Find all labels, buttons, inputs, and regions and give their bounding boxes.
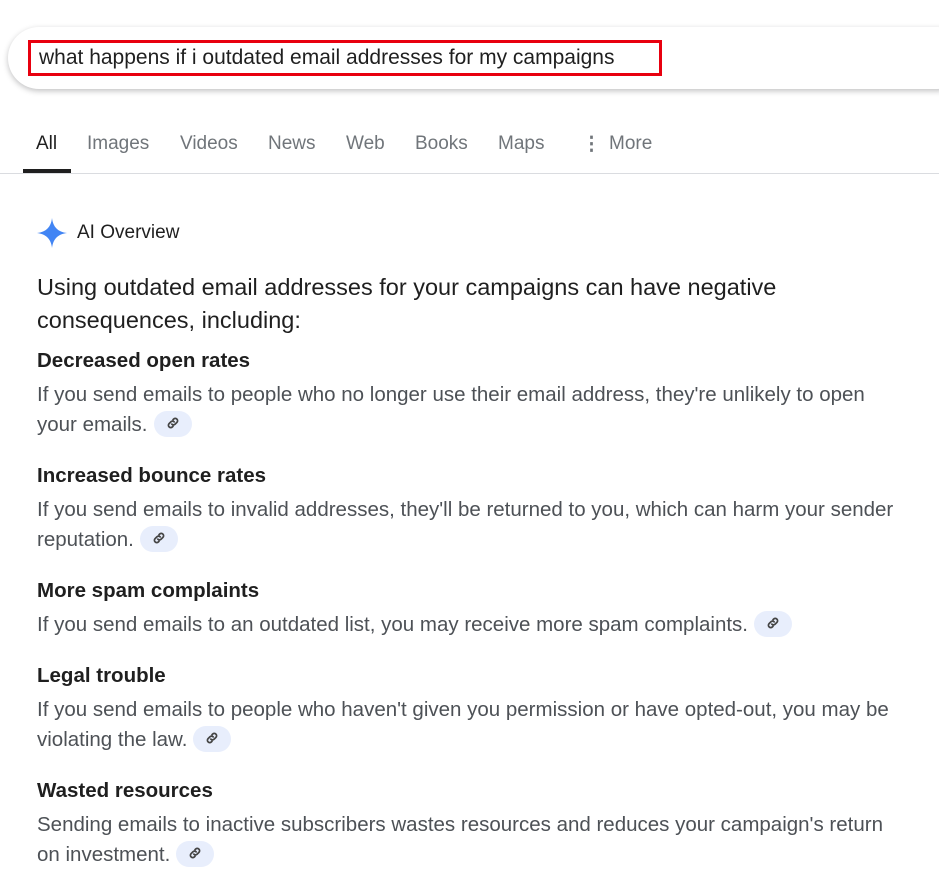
section-text: Sending emails to inactive subscribers w… <box>37 813 883 866</box>
link-icon <box>166 412 180 435</box>
overview-section: Decreased open rates If you send emails t… <box>37 347 917 440</box>
citation-link-button[interactable] <box>139 525 178 552</box>
tab-news[interactable]: News <box>268 133 316 173</box>
citation-link-button[interactable] <box>754 610 793 637</box>
tab-maps[interactable]: Maps <box>498 133 544 173</box>
link-icon <box>152 527 166 550</box>
ai-overview-header: AI Overview <box>37 218 179 248</box>
section-title: Increased bounce rates <box>37 464 267 487</box>
overview-section: More spam complaints If you send emails t… <box>37 577 917 640</box>
search-bar[interactable]: what happens if i outdated email address… <box>8 27 939 89</box>
section-body: If you send emails to an outdated list, … <box>37 610 907 640</box>
ai-overview-content: Using outdated email addresses for your … <box>37 271 917 892</box>
section-text: If you send emails to an outdated list, … <box>37 613 749 636</box>
link-icon <box>766 612 780 635</box>
tab-images[interactable]: Images <box>87 133 149 173</box>
search-input[interactable]: what happens if i outdated email address… <box>28 40 662 76</box>
section-body: If you send emails to invalid addresses,… <box>37 495 907 555</box>
overview-section: Increased bounce rates If you send emails… <box>37 462 917 555</box>
section-body: If you send emails to people who no long… <box>37 380 907 440</box>
tab-more-label: More <box>609 133 653 154</box>
overview-section: Legal trouble If you send emails to peopl… <box>37 662 917 755</box>
section-title: Legal trouble <box>37 664 166 687</box>
tab-books[interactable]: Books <box>415 133 468 173</box>
ai-overview-intro: Using outdated email addresses for your … <box>37 274 777 333</box>
tab-more[interactable]: ⋮ More <box>582 133 652 173</box>
citation-link-button[interactable] <box>176 840 215 867</box>
sparkle-icon <box>37 218 67 248</box>
search-tabs: All Images Videos News Web Books Maps ⋮ … <box>0 125 939 174</box>
tab-videos[interactable]: Videos <box>180 133 238 173</box>
section-body: If you send emails to people who haven't… <box>37 695 907 755</box>
link-icon <box>188 842 202 865</box>
overview-section: Wasted resources Sending emails to inacti… <box>37 777 917 870</box>
tab-all[interactable]: All <box>23 133 71 173</box>
tab-web[interactable]: Web <box>346 133 385 173</box>
section-title: Decreased open rates <box>37 349 251 372</box>
link-icon <box>205 727 219 750</box>
ai-overview-label: AI Overview <box>77 222 180 243</box>
citation-link-button[interactable] <box>193 725 232 752</box>
section-title: Wasted resources <box>37 779 213 802</box>
section-title: More spam complaints <box>37 579 260 602</box>
section-body: Sending emails to inactive subscribers w… <box>37 810 907 870</box>
citation-link-button[interactable] <box>153 410 192 437</box>
more-vert-icon: ⋮ <box>582 134 601 155</box>
section-text: If you send emails to people who haven't… <box>37 698 889 751</box>
